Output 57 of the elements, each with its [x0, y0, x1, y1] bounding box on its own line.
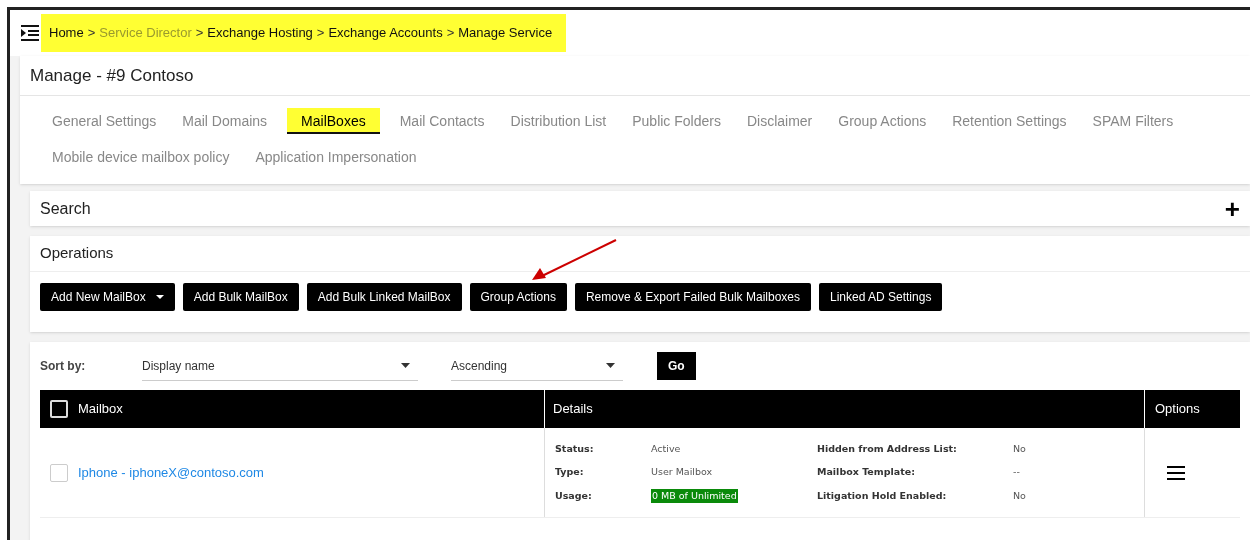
- detail-label: Mailbox Template:: [817, 465, 916, 480]
- detail-label: Status:: [555, 442, 595, 456]
- caret-icon: [606, 363, 615, 368]
- tab[interactable]: MailBoxes: [287, 108, 380, 134]
- tab[interactable]: Retention Settings: [946, 108, 1073, 134]
- caret-icon: [155, 295, 164, 299]
- select-all-checkbox[interactable]: [50, 400, 68, 418]
- caret-icon: [401, 363, 410, 368]
- detail-value: No: [1013, 442, 1026, 456]
- detail-value: User Mailbox: [651, 465, 713, 480]
- menu-icon[interactable]: [20, 25, 40, 41]
- operation-button[interactable]: Group Actions: [469, 283, 567, 311]
- search-title: Search: [40, 198, 91, 219]
- breadcrumb-link[interactable]: Exchange Accounts: [328, 23, 443, 43]
- operations-title: Operations: [30, 236, 1250, 272]
- page-title: Manage - #9 Contoso: [20, 56, 1250, 96]
- breadcrumb-link[interactable]: Exchange Hosting: [207, 23, 313, 43]
- operation-button[interactable]: Remove & Export Failed Bulk Mailboxes: [574, 283, 811, 311]
- sort-label: Sort by:: [40, 358, 87, 375]
- breadcrumb-separator: >: [446, 24, 455, 43]
- column-header: Options: [1155, 400, 1200, 419]
- column-header: Mailbox: [78, 400, 123, 419]
- detail-label: Litigation Hold Enabled:: [817, 488, 948, 503]
- sort-order-dropdown[interactable]: Ascending: [451, 351, 623, 381]
- breadcrumb-separator: >: [316, 24, 325, 43]
- detail-value: Active: [651, 442, 681, 456]
- expand-button[interactable]: +: [1224, 195, 1240, 222]
- row-checkbox[interactable]: [50, 463, 68, 482]
- detail-value: --: [1013, 465, 1020, 480]
- tab[interactable]: Group Actions: [832, 108, 933, 134]
- go-button[interactable]: Go: [657, 352, 696, 380]
- operation-button[interactable]: Add Bulk Linked MailBox: [306, 283, 462, 311]
- tab[interactable]: General Settings: [46, 108, 163, 134]
- breadcrumb-separator: >: [195, 24, 204, 43]
- tab[interactable]: Mail Domains: [176, 108, 274, 134]
- tab[interactable]: Public Folders: [626, 108, 727, 134]
- tab[interactable]: Mobile device mailbox policy: [46, 144, 236, 170]
- breadcrumb-link[interactable]: Manage Service: [458, 23, 553, 43]
- operation-button[interactable]: Linked AD Settings: [819, 283, 943, 311]
- detail-label: Usage:: [555, 488, 593, 503]
- tab[interactable]: Disclaimer: [740, 108, 819, 134]
- tab[interactable]: SPAM Filters: [1086, 108, 1180, 134]
- detail-label: Hidden from Address List:: [817, 442, 958, 456]
- tab[interactable]: Mail Contacts: [393, 108, 491, 134]
- operation-button[interactable]: Add Bulk MailBox: [182, 283, 299, 311]
- detail-value: No: [1013, 488, 1026, 503]
- sort-field-dropdown[interactable]: Display name: [142, 351, 418, 381]
- breadcrumb-separator: >: [87, 24, 96, 43]
- usage-badge: 0 MB of Unlimited: [651, 488, 738, 503]
- column-header: Details: [553, 400, 593, 419]
- mailbox-link[interactable]: Iphone - iphoneX@contoso.com: [78, 462, 264, 483]
- tab[interactable]: Application Impersonation: [249, 144, 423, 170]
- operation-button[interactable]: Add New MailBox: [40, 283, 175, 311]
- options-menu-icon[interactable]: [1167, 465, 1185, 480]
- breadcrumb-link[interactable]: Home: [49, 23, 84, 43]
- detail-label: Type:: [555, 465, 585, 480]
- tab[interactable]: Distribution List: [504, 108, 613, 134]
